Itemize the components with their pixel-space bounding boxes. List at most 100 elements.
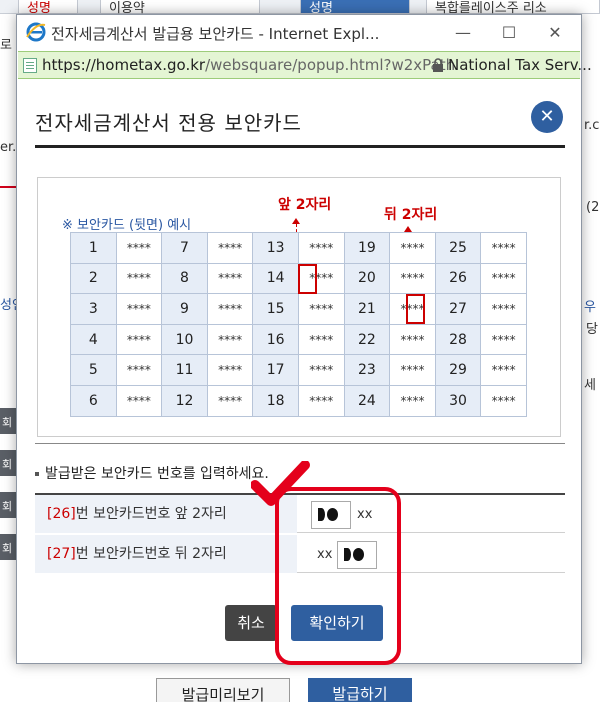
back-card-number: [27] <box>47 546 76 562</box>
card-cell-number: 3 <box>70 293 117 325</box>
back-digits-field-label: [27]번 보안카드번호 뒤 2자리 <box>35 535 297 573</box>
background-tab[interactable]: 성명 <box>18 0 78 16</box>
card-cell-number: 26 <box>434 262 482 295</box>
card-cell-mask: **** <box>206 262 254 295</box>
card-cell-number: 11 <box>161 354 208 386</box>
card-cell-mask: **** <box>206 384 254 417</box>
card-cell-number: 4 <box>70 323 117 356</box>
maximize-icon[interactable]: ☐ <box>489 19 529 47</box>
card-cell-number: 28 <box>434 323 482 356</box>
background-side-button[interactable]: 회 <box>0 450 16 476</box>
security-card-popup-window: 전자세금계산서 발급용 보안카드 - Internet Expl... — ☐ … <box>16 14 592 665</box>
card-cell-number: 12 <box>161 384 208 417</box>
card-cell-mask: **** <box>206 232 254 264</box>
front-label-text: 번 보안카드번호 앞 2자리 <box>75 506 227 522</box>
card-cell-number: 24 <box>343 384 391 417</box>
background-accent-line <box>0 186 16 188</box>
card-cell-number: 9 <box>161 293 208 325</box>
card-cell-number: 27 <box>434 293 482 325</box>
background-side-button[interactable]: 회 <box>0 492 16 518</box>
front-digit-highlight <box>298 264 317 294</box>
background-fragment: (2 <box>586 200 600 215</box>
card-cell-number: 8 <box>161 262 208 295</box>
card-cell-number: 17 <box>252 354 299 386</box>
card-cell-number: 21 <box>343 293 391 325</box>
card-cell-mask: **** <box>115 323 163 356</box>
url-path: /websquare/popup.html?w2xPath <box>205 56 456 74</box>
card-cell-number: 10 <box>161 323 208 356</box>
checkmark-icon <box>251 461 310 506</box>
card-cell-number: 18 <box>252 384 299 417</box>
annotation-highlight-outline <box>275 487 401 665</box>
url-text: https://hometax.go.kr/websquare/popup.ht… <box>42 56 455 74</box>
card-cell-number: 16 <box>252 323 299 356</box>
card-cell-number: 14 <box>252 262 299 295</box>
card-cell-mask: **** <box>206 293 254 325</box>
card-cell-number: 20 <box>343 262 391 295</box>
background-side-button[interactable]: 회 <box>0 408 16 434</box>
back-label-text: 번 보안카드번호 뒤 2자리 <box>75 546 227 562</box>
card-cell-mask: **** <box>297 232 345 264</box>
card-cell-number: 22 <box>343 323 391 356</box>
internet-explorer-icon <box>26 22 46 42</box>
security-card-example-panel: ※ 보안카드 (뒷면) 예시 앞 2자리 뒤 2자리 1 **** 7 **** 13 *… <box>37 177 561 437</box>
card-caption: ※ 보안카드 (뒷면) 예시 <box>62 218 192 233</box>
address-bar[interactable]: https://hometax.go.kr/websquare/popup.ht… <box>18 51 592 79</box>
card-cell-mask: **** <box>297 354 345 386</box>
card-cell-mask: **** <box>389 323 436 356</box>
issue-button[interactable]: 발급하기 <box>308 678 412 702</box>
preview-button[interactable]: 발급미리보기 <box>156 678 290 702</box>
back-digit-highlight <box>406 294 425 324</box>
card-cell-mask: **** <box>115 354 163 386</box>
card-cell-mask: **** <box>206 354 254 386</box>
card-cell-mask: **** <box>480 384 527 417</box>
card-cell-number: 23 <box>343 354 391 386</box>
card-cell-mask: **** <box>115 232 163 264</box>
card-cell-number: 7 <box>161 232 208 264</box>
card-cell-number: 15 <box>252 293 299 325</box>
card-cell-mask: **** <box>389 262 436 295</box>
instruction-text: 발급받은 보안카드 번호를 입력하세요. <box>35 463 269 483</box>
background-side-button[interactable]: 회 <box>0 534 16 560</box>
card-cell-mask: **** <box>480 262 527 295</box>
card-cell-mask: **** <box>115 384 163 417</box>
card-cell-number: 2 <box>70 262 117 295</box>
cancel-button[interactable]: 취소 <box>225 605 277 641</box>
background-fragment: 우 <box>584 300 596 315</box>
background-tab[interactable]: 복합를레이스주 리소 <box>426 0 600 16</box>
card-cell-number: 29 <box>434 354 482 386</box>
card-row: 3 **** 9 **** 15 **** 21 **** 27 **** <box>70 293 527 325</box>
window-close-icon[interactable]: ✕ <box>535 19 575 47</box>
background-fragment: 로 <box>0 38 12 53</box>
card-cell-number: 6 <box>70 384 117 417</box>
card-cell-number: 30 <box>434 384 482 417</box>
background-fragment: 당 <box>586 322 598 337</box>
heading-divider <box>35 145 565 148</box>
section-divider <box>35 443 565 444</box>
dialog-heading: 전자세금계산서 전용 보안카드 <box>35 111 302 135</box>
front-card-number: [26] <box>47 506 76 522</box>
site-identity: National Tax Serv... <box>448 56 592 74</box>
card-cell-mask: **** <box>480 293 527 325</box>
instruction-label: 발급받은 보안카드 번호를 입력하세요. <box>45 466 269 482</box>
window-titlebar[interactable]: 전자세금계산서 발급용 보안카드 - Internet Expl... — ☐ … <box>17 15 581 51</box>
card-cell-mask: **** <box>206 323 254 356</box>
card-cell-mask: **** <box>389 384 436 417</box>
card-row: 6 **** 12 **** 18 **** 24 **** 30 **** <box>70 384 527 417</box>
card-cell-mask: **** <box>115 262 163 295</box>
card-cell-mask: **** <box>480 323 527 356</box>
dialog-close-icon[interactable]: ✕ <box>531 101 563 133</box>
front-digits-label: 앞 2자리 <box>278 197 332 213</box>
background-tab[interactable]: 성명 <box>300 0 410 16</box>
card-cell-mask: **** <box>115 293 163 325</box>
card-cell-mask: **** <box>297 323 345 356</box>
minimize-icon[interactable]: — <box>443 19 483 47</box>
card-cell-mask: **** <box>480 354 527 386</box>
card-cell-number: 1 <box>70 232 117 264</box>
card-cell-number: 25 <box>434 232 482 264</box>
card-cell-number: 5 <box>70 354 117 386</box>
security-card-grid: 1 **** 7 **** 13 **** 19 **** 25 **** 2 **** 8 **** 14… <box>70 232 527 417</box>
background-tab[interactable]: 이용약 <box>100 0 260 16</box>
card-row: 4 **** 10 **** 16 **** 22 **** 28 **** <box>70 323 527 356</box>
back-digits-label: 뒤 2자리 <box>384 207 438 223</box>
